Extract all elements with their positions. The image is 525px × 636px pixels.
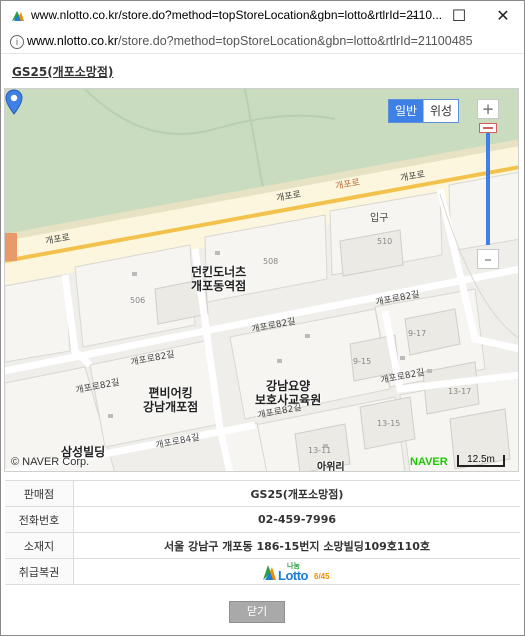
store-location-pin-icon[interactable] bbox=[5, 89, 23, 115]
map-num-506: 506 bbox=[130, 296, 146, 305]
info-row-phone: 전화번호 02-459-7996 bbox=[5, 506, 520, 533]
store-info-table: 판매점 GS25(개포소망점) 전화번호 02-459-7996 소재지 서울 … bbox=[5, 480, 520, 585]
close-window-button[interactable]: ✕ bbox=[481, 1, 524, 31]
map-num-9-15: 9-15 bbox=[353, 357, 372, 366]
address-url[interactable]: www.nlotto.co.kr/store.do?method=topStor… bbox=[27, 34, 473, 48]
url-path: /store.do?method=topStoreLocation&gbn=lo… bbox=[118, 34, 473, 48]
info-value-lottery: 나눔 Lotto 6/45 bbox=[73, 558, 520, 585]
poi-partial-bottom[interactable]: 아위리 bbox=[317, 461, 345, 471]
info-label-lottery: 취급복권 bbox=[5, 558, 74, 585]
map-num-508: 508 bbox=[263, 257, 279, 266]
url-host: www.nlotto.co.kr bbox=[27, 34, 119, 48]
zoom-slider-track[interactable] bbox=[486, 123, 490, 245]
info-label-address: 소재지 bbox=[5, 532, 74, 559]
map-label-entrance: 입구 bbox=[370, 213, 389, 224]
lotto-logo-main: Lotto bbox=[278, 567, 308, 583]
poi-gangnam-center[interactable]: 강남요양 보호사교육원 bbox=[255, 379, 321, 407]
info-row-store: 판매점 GS25(개포소망점) bbox=[5, 480, 520, 507]
zoom-in-button[interactable]: + bbox=[477, 99, 499, 119]
title-bar: www.nlotto.co.kr/store.do?method=topStor… bbox=[1, 1, 524, 31]
store-title: GS25(개포소망점) bbox=[12, 65, 114, 79]
store-map[interactable]: 개포로 개포로 개포로 개포로 개포로82길 개포로82길 개포로82길 개포로… bbox=[4, 88, 519, 472]
info-label-phone: 전화번호 bbox=[5, 506, 74, 533]
map-type-normal-button[interactable]: 일반 bbox=[389, 100, 423, 122]
site-favicon-icon bbox=[12, 11, 24, 21]
maximize-button[interactable]: ☐ bbox=[437, 1, 481, 31]
map-type-satellite-button[interactable]: 위성 bbox=[423, 100, 458, 122]
left-road-marker bbox=[5, 233, 17, 261]
info-row-address: 소재지 서울 강남구 개포동 186-15번지 소망빌딩109호110호 bbox=[5, 532, 520, 559]
poi-convenience[interactable]: 편비어킹 강남개포점 bbox=[143, 386, 198, 414]
lotto-logo-number: 6/45 bbox=[314, 571, 330, 581]
close-button[interactable]: 닫기 bbox=[229, 601, 285, 623]
site-info-icon[interactable]: i bbox=[10, 35, 24, 49]
info-value-phone: 02-459-7996 bbox=[73, 506, 520, 533]
zoom-slider-handle[interactable] bbox=[479, 123, 497, 133]
address-bar[interactable]: i www.nlotto.co.kr/store.do?method=topSt… bbox=[1, 31, 524, 54]
minimize-button[interactable]: – bbox=[392, 1, 436, 31]
info-value-store: GS25(개포소망점) bbox=[73, 480, 520, 507]
zoom-control: + – bbox=[477, 99, 499, 271]
poi-dunkin[interactable]: 던킨도너츠 개포동역점 bbox=[191, 265, 246, 293]
map-scale-bar: 12.5m bbox=[457, 455, 505, 467]
naver-logo[interactable]: NAVER bbox=[410, 456, 448, 468]
map-num-9-17: 9-17 bbox=[408, 329, 427, 338]
map-copyright: © NAVER Corp. bbox=[11, 456, 90, 468]
popup-window: www.nlotto.co.kr/store.do?method=topStor… bbox=[0, 0, 525, 636]
info-value-address: 서울 강남구 개포동 186-15번지 소망빌딩109호110호 bbox=[73, 532, 520, 559]
info-row-lottery: 취급복권 나눔 Lotto 6/45 bbox=[5, 558, 520, 585]
map-num-13-17: 13-17 bbox=[448, 387, 472, 396]
info-label-store: 판매점 bbox=[5, 480, 74, 507]
zoom-out-button[interactable]: – bbox=[477, 249, 499, 269]
map-type-toggle: 일반 위성 bbox=[388, 99, 459, 123]
lotto645-logo: 나눔 Lotto 6/45 bbox=[261, 561, 333, 583]
map-num-13-15: 13-15 bbox=[377, 419, 401, 428]
map-num-510: 510 bbox=[377, 237, 393, 246]
window-title: www.nlotto.co.kr/store.do?method=topStor… bbox=[31, 8, 443, 22]
map-num-13-11: 13-11 bbox=[308, 446, 332, 455]
